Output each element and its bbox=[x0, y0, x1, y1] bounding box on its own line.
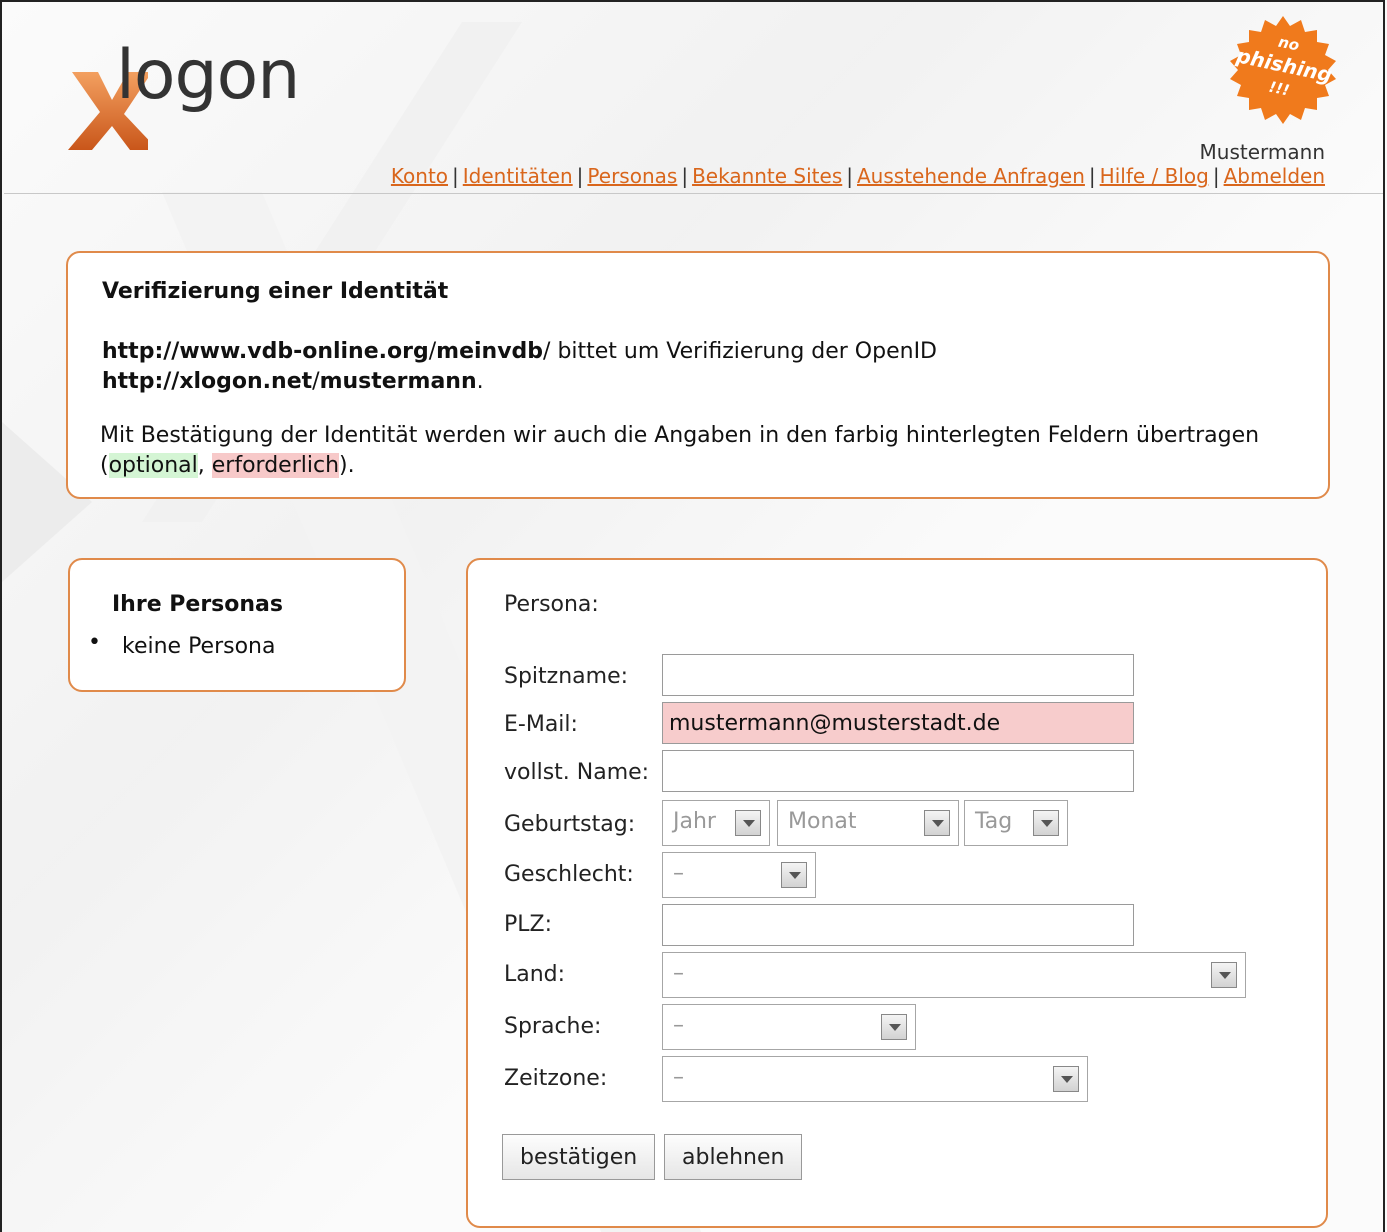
gender-label: Geschlecht: bbox=[504, 862, 634, 887]
reject-button[interactable]: ablehnen bbox=[664, 1134, 803, 1180]
birthday-month-select[interactable]: Monat bbox=[777, 800, 959, 846]
nav-separator: | bbox=[576, 164, 584, 188]
chevron-down-icon bbox=[881, 1014, 907, 1040]
optional-legend: optional bbox=[108, 453, 198, 478]
site-url: http://www.vdb-online.org/meinvdb/ bbox=[102, 339, 551, 364]
language-select[interactable]: – bbox=[662, 1004, 916, 1050]
header-divider bbox=[4, 193, 1383, 194]
main-nav: Konto | Identitäten | Personas | Bekannte Site… bbox=[391, 164, 1325, 188]
no-phishing-badge: no phishing !!! bbox=[1230, 16, 1336, 124]
username-label: Mustermann bbox=[1199, 140, 1325, 164]
verification-request: http://www.vdb-online.org/meinvdb/ bitte… bbox=[102, 339, 937, 394]
nav-separator: | bbox=[1212, 164, 1220, 188]
verification-info: Mit Bestätigung der Identität werden wir… bbox=[100, 423, 1260, 478]
personas-panel: Ihre Personas • keine Persona bbox=[68, 558, 406, 692]
nav-abmelden[interactable]: Abmelden bbox=[1224, 164, 1325, 188]
gender-select[interactable]: – bbox=[662, 852, 816, 898]
nav-bekannte-sites[interactable]: Bekannte Sites bbox=[692, 164, 842, 188]
xlogon-logo[interactable]: logon bbox=[68, 42, 358, 152]
nav-separator: | bbox=[1088, 164, 1096, 188]
required-legend: erforderlich bbox=[211, 453, 340, 478]
country-select[interactable]: – bbox=[662, 952, 1246, 998]
nav-separator: | bbox=[681, 164, 689, 188]
logo-text: logon bbox=[116, 36, 300, 115]
bullet-icon: • bbox=[88, 630, 101, 655]
email-label: E-Mail: bbox=[504, 712, 578, 737]
nickname-label: Spitzname: bbox=[504, 664, 629, 689]
birthday-label: Geburtstag: bbox=[504, 812, 636, 837]
chevron-down-icon bbox=[1053, 1066, 1079, 1092]
nav-konto[interactable]: Konto bbox=[391, 164, 448, 188]
country-label: Land: bbox=[504, 962, 566, 987]
language-label: Sprache: bbox=[504, 1014, 602, 1039]
fullname-label: vollst. Name: bbox=[504, 760, 650, 785]
openid-url: http://xlogon.net/mustermann bbox=[102, 369, 477, 394]
persona-form-panel: Persona: Spitzname: E-Mail: vollst. Name… bbox=[466, 558, 1328, 1228]
chevron-down-icon bbox=[781, 862, 807, 888]
chevron-down-icon bbox=[924, 810, 950, 836]
confirm-button[interactable]: bestätigen bbox=[502, 1134, 656, 1180]
nav-hilfe-blog[interactable]: Hilfe / Blog bbox=[1100, 164, 1209, 188]
page-frame: logon no phishing !!! Mustermann Konto | I… bbox=[0, 0, 1385, 1232]
chevron-down-icon bbox=[735, 810, 761, 836]
persona-label: Persona: bbox=[504, 592, 599, 617]
email-input[interactable] bbox=[662, 702, 1134, 744]
zip-label: PLZ: bbox=[504, 912, 553, 937]
personas-title: Ihre Personas bbox=[112, 592, 283, 617]
nav-separator: | bbox=[452, 164, 459, 188]
birthday-day-select[interactable]: Tag bbox=[964, 800, 1068, 846]
zip-input[interactable] bbox=[662, 904, 1134, 946]
chevron-down-icon bbox=[1033, 810, 1059, 836]
persona-list-item: keine Persona bbox=[122, 634, 276, 659]
request-text: bittet um Verifizierung der OpenID bbox=[550, 339, 937, 364]
nav-ausstehende-anfragen[interactable]: Ausstehende Anfragen bbox=[857, 164, 1085, 188]
verification-panel: Verifizierung einer Identität http://www… bbox=[66, 251, 1330, 499]
nickname-input[interactable] bbox=[662, 654, 1134, 696]
timezone-select[interactable]: – bbox=[662, 1056, 1088, 1102]
nav-identitaeten[interactable]: Identitäten bbox=[463, 164, 573, 188]
birthday-year-select[interactable]: Jahr bbox=[662, 800, 770, 846]
nav-separator: | bbox=[846, 164, 853, 188]
nav-personas[interactable]: Personas bbox=[587, 164, 677, 188]
timezone-label: Zeitzone: bbox=[504, 1066, 608, 1091]
fullname-input[interactable] bbox=[662, 750, 1134, 792]
chevron-down-icon bbox=[1211, 962, 1237, 988]
verification-title: Verifizierung einer Identität bbox=[102, 279, 449, 304]
